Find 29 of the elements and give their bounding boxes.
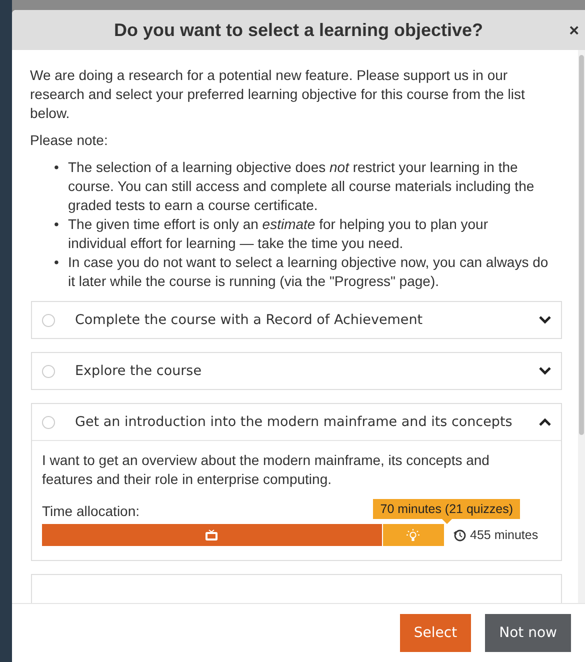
scrollbar[interactable] [578,50,585,603]
chevron-down-icon[interactable] [539,367,551,375]
intro-text: We are doing a research for a potential new feature. Please support us in our research and select your preferred learning objective for this course from the list below. [30,66,526,123]
secondary-button[interactable]: Not now [485,614,571,652]
total-time: 455 minutes [470,528,538,542]
tv-icon [205,529,218,541]
radio-button[interactable] [42,416,55,428]
radio-button[interactable] [42,314,55,326]
objective-title[interactable]: Get an introduction into the modern mainframe and its concepts [75,414,539,430]
chevron-down-icon[interactable] [539,316,551,324]
close-button[interactable]: × [567,22,581,39]
primary-button[interactable]: Select [400,614,472,652]
dialog-title: Do you want to select a learning objective? [114,20,484,40]
note-text: The selection of a learning objective does not restrict your learning in the course. You can still access and complete all course materials including the graded tests to earn a course certificate. [68,158,536,215]
objective-title[interactable]: Complete the course with a Record of Achievement [75,312,539,328]
bullet: • [54,253,60,272]
bullet: • [54,215,60,234]
lightbulb-icon [406,528,420,542]
note-text: In case you do not want to select a learning objective now, you can always do it later while the course is running (via the "Progress" page). [68,253,550,291]
radio-button[interactable] [42,364,55,378]
tooltip-pointer [442,519,452,524]
clock-icon [453,528,466,542]
bullet: • [54,158,60,177]
objective-title[interactable]: Explore the course [75,363,539,379]
note-text: The given time effort is only an estimate for helping you to plan your individual effort for learning — take the time you need. [68,215,489,253]
note-heading: Please note: [30,131,109,150]
chevron-up-icon[interactable] [539,418,551,426]
objective-description: I want to get an overview about the modern mainframe, its concepts and features and their role in enterprise computing. [42,451,490,489]
time-label: Time allocation: [42,503,140,519]
